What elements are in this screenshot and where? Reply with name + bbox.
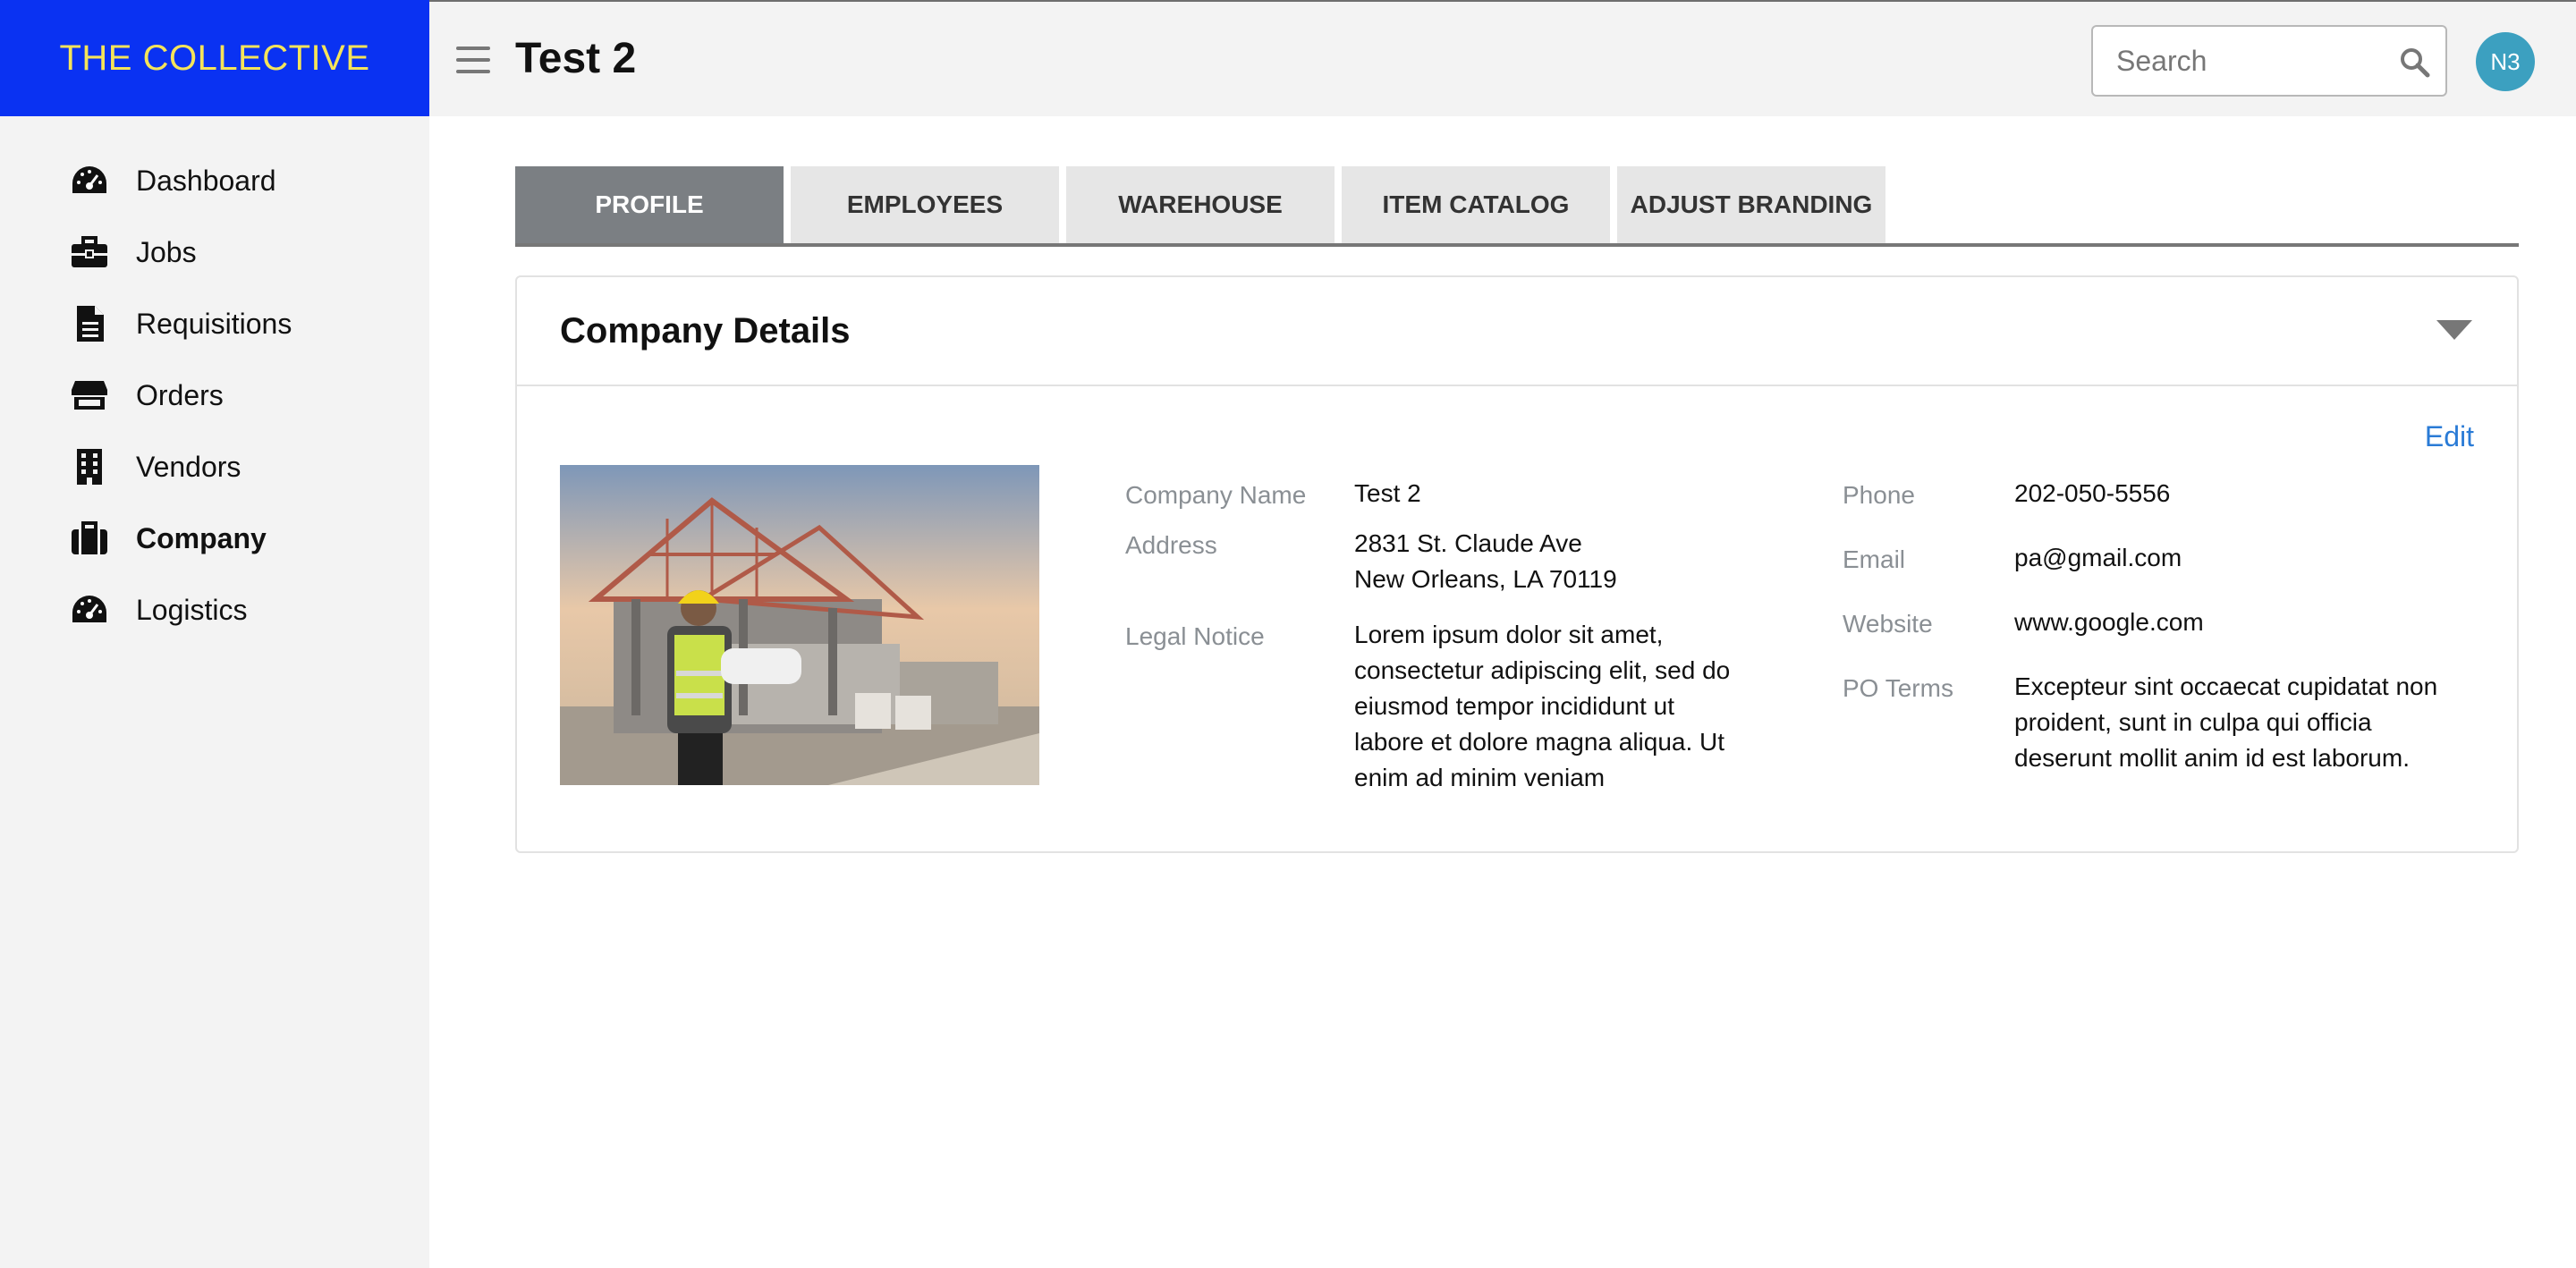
legal-notice-line: enim ad minim veniam [1354, 764, 1606, 791]
edit-link[interactable]: Edit [2425, 420, 2474, 453]
document-icon [70, 304, 109, 343]
website-text: www.google.com [2014, 608, 2204, 636]
sidebar-item-label: Company [136, 521, 267, 554]
brand-logo[interactable]: THE COLLECTIVE [0, 0, 429, 116]
website-label: Website [1843, 610, 1933, 638]
address-label: Address [1125, 531, 1217, 559]
sidebar-item-label: Orders [136, 378, 224, 411]
address-line: New Orleans, LA 70119 [1354, 565, 1617, 593]
legal-notice-line: consectetur adipiscing elit, sed do [1354, 656, 1731, 684]
tab-profile[interactable]: PROFILE [515, 166, 784, 243]
tab-bar: PROFILE EMPLOYEES WAREHOUSE ITEM CATALOG… [515, 166, 2519, 247]
sidebar-item-label: Jobs [136, 235, 197, 268]
tab-warehouse[interactable]: WAREHOUSE [1066, 166, 1335, 243]
phone-value: 202-050-5556 [2014, 476, 2170, 511]
building-icon [70, 447, 109, 486]
card-header[interactable]: Company Details [517, 277, 2517, 386]
email-text: pa@gmail.com [2014, 544, 2182, 571]
company-image [560, 465, 1039, 785]
company-name-text: Test 2 [1354, 479, 1421, 507]
top-bar: Test 2 N3 [429, 0, 2576, 116]
company-name-value: Test 2 [1354, 476, 1421, 511]
sidebar-item-jobs[interactable]: Jobs [0, 216, 429, 288]
sidebar-item-vendors[interactable]: Vendors [0, 431, 429, 503]
legal-notice-line: eiusmod tempor incididunt ut [1354, 692, 1674, 720]
store-icon [70, 376, 109, 415]
sidebar-item-requisitions[interactable]: Requisitions [0, 288, 429, 359]
sidebar-item-dashboard[interactable]: Dashboard [0, 145, 429, 216]
address-value: 2831 St. Claude Ave New Orleans, LA 7011… [1354, 526, 1617, 597]
search-icon[interactable] [2399, 46, 2431, 79]
page-title: Test 2 [515, 35, 637, 82]
sidebar-item-orders[interactable]: Orders [0, 359, 429, 431]
po-terms-line: proident, sunt in culpa qui officia [2014, 708, 2372, 736]
legal-notice-value: Lorem ipsum dolor sit amet, consectetur … [1354, 617, 1730, 796]
sidebar-item-label: Requisitions [136, 307, 292, 340]
address-line: 2831 St. Claude Ave [1354, 529, 1582, 557]
tab-employees[interactable]: EMPLOYEES [791, 166, 1059, 243]
avatar[interactable]: N3 [2476, 32, 2535, 91]
sidebar-item-logistics[interactable]: Logistics [0, 574, 429, 646]
brand-name: THE COLLECTIVE [59, 38, 370, 78]
legal-notice-line: Lorem ipsum dolor sit amet, [1354, 621, 1664, 648]
sidebar-item-label: Dashboard [136, 164, 276, 197]
sidebar-nav: Dashboard Jobs Requisitions Orders Vendo… [0, 145, 429, 646]
po-terms-value: Excepteur sint occaecat cupidatat non pr… [2014, 669, 2437, 776]
suitcase-icon [70, 519, 109, 558]
sidebar: THE COLLECTIVE Dashboard Jobs Requisitio… [0, 0, 429, 1268]
card-title: Company Details [560, 311, 851, 351]
search-box[interactable] [2091, 25, 2447, 97]
phone-text: 202-050-5556 [2014, 479, 2171, 507]
sidebar-item-label: Logistics [136, 593, 248, 626]
company-name-label: Company Name [1125, 481, 1307, 509]
speedometer-icon [70, 590, 109, 630]
tab-adjust-branding[interactable]: ADJUST BRANDING [1617, 166, 1885, 243]
legal-notice-label: Legal Notice [1125, 622, 1265, 650]
website-value: www.google.com [2014, 604, 2204, 640]
po-terms-label: PO Terms [1843, 674, 1953, 702]
company-details-card: Company Details Edit Company Name Test 2… [515, 275, 2519, 853]
phone-label: Phone [1843, 481, 1915, 509]
chevron-down-icon[interactable] [2436, 320, 2472, 340]
sidebar-item-company[interactable]: Company [0, 503, 429, 574]
po-terms-line: Excepteur sint occaecat cupidatat non [2014, 672, 2438, 700]
po-terms-line: deserunt mollit anim id est laborum. [2014, 744, 2410, 772]
search-input[interactable] [2093, 44, 2379, 78]
legal-notice-line: labore et dolore magna aliqua. Ut [1354, 728, 1725, 756]
briefcase-icon [70, 232, 109, 272]
sidebar-item-label: Vendors [136, 450, 242, 483]
email-label: Email [1843, 545, 1906, 573]
email-value: pa@gmail.com [2014, 540, 2182, 576]
hamburger-menu-icon[interactable] [456, 46, 490, 73]
speedometer-icon [70, 161, 109, 200]
tab-item-catalog[interactable]: ITEM CATALOG [1342, 166, 1610, 243]
